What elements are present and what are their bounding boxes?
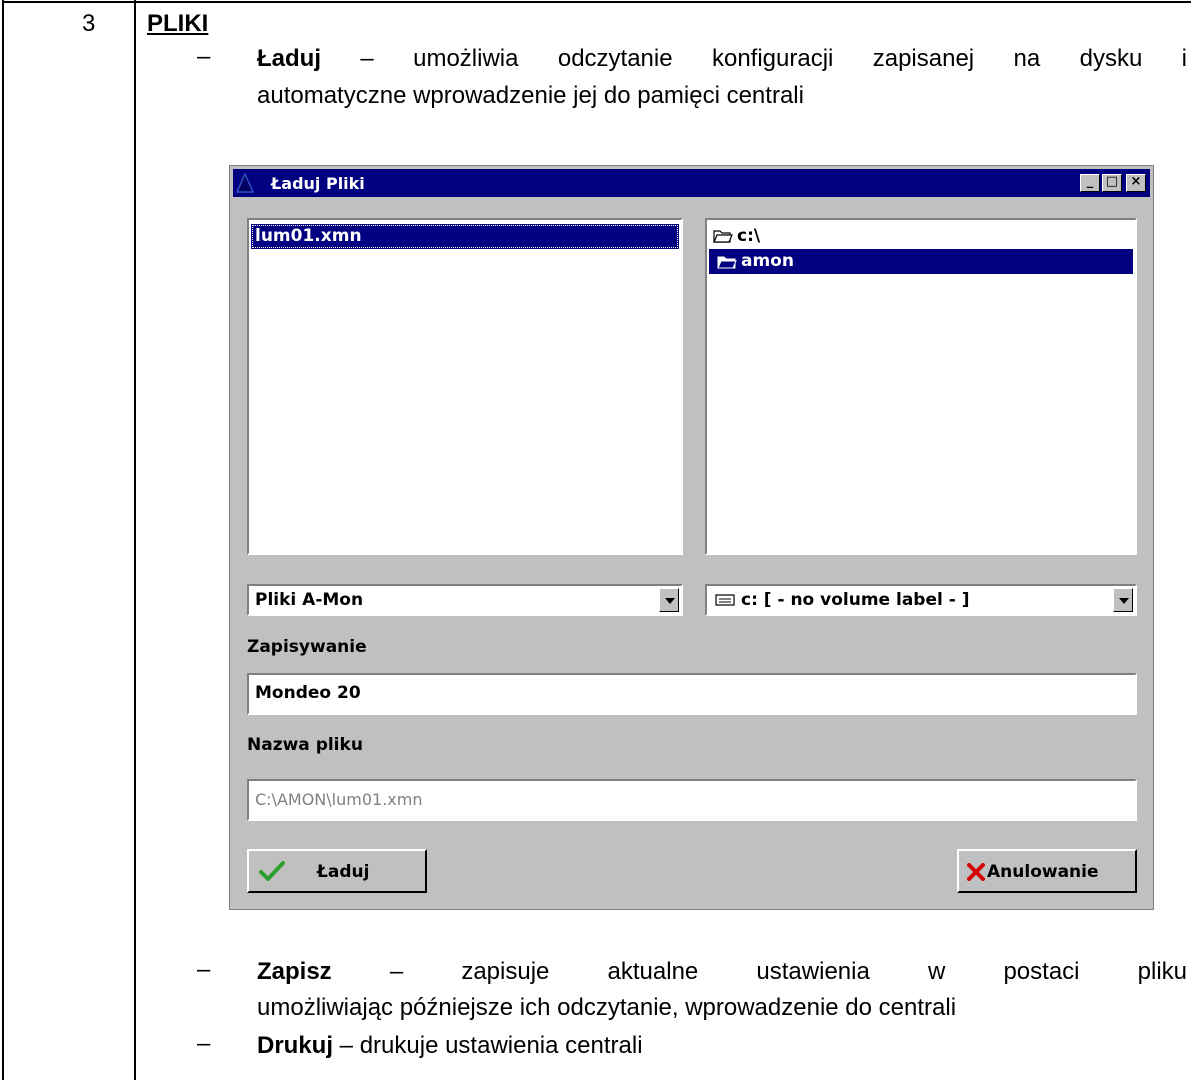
zapisz-desc-line1: Zapisz – zapisuje aktualne ustawienia w …	[257, 956, 1187, 988]
bullet-dash: –	[197, 1030, 211, 1057]
bullet-dash: –	[197, 43, 211, 70]
zapisz-desc-rest: – zapisuje aktualne ustawienia w postaci…	[331, 958, 1187, 985]
open-folder-icon	[713, 230, 733, 243]
dialog-titlebar: Ładuj Pliki _ □ ×	[233, 169, 1150, 197]
folder-item-root[interactable]: c:\	[709, 224, 1133, 249]
row-number: 3	[82, 10, 96, 37]
close-button[interactable]: ×	[1126, 174, 1146, 192]
load-button-label: Ładuj	[317, 862, 370, 882]
table-left-border	[2, 0, 4, 1080]
folder-amon-label: amon	[741, 251, 794, 271]
description-value: Mondeo 20	[255, 683, 361, 703]
dialog-title: Ładuj Pliki	[271, 174, 365, 193]
filename-label: Nazwa pliku	[247, 735, 363, 755]
folder-item-amon[interactable]: amon	[709, 249, 1133, 274]
load-files-dialog: Ładuj Pliki _ □ × lum01.xmn c:\ amon Pli…	[229, 165, 1154, 910]
drive-value: c: [ - no volume label - ]	[741, 590, 970, 610]
minimize-button[interactable]: _	[1080, 174, 1100, 192]
app-icon	[236, 173, 254, 193]
bullet-dash: –	[197, 956, 211, 983]
folder-list[interactable]: c:\ amon	[705, 218, 1137, 555]
cancel-x-icon	[967, 863, 985, 881]
laduj-desc-rest: – umożliwia odczytanie konfiguracji zapi…	[321, 45, 1187, 72]
load-button[interactable]: Ładuj	[247, 849, 427, 893]
drive-icon	[715, 594, 735, 606]
file-item[interactable]: lum01.xmn	[251, 224, 679, 249]
zapisz-desc-line2: umożliwiając późniejsze ich odczytanie, …	[257, 994, 957, 1021]
zapisz-term: Zapisz	[257, 958, 332, 985]
chevron-down-icon[interactable]	[1113, 588, 1133, 612]
laduj-desc-line2: automatyczne wprowadzenie jej do pamięci…	[257, 82, 804, 109]
drukuj-desc: Drukuj – drukuje ustawienia centrali	[257, 1030, 1187, 1062]
file-list[interactable]: lum01.xmn	[247, 218, 683, 555]
folder-root-label: c:\	[737, 226, 761, 246]
drukuj-term: Drukuj	[257, 1032, 334, 1059]
filename-value: C:\AMON\lum01.xmn	[255, 790, 423, 809]
maximize-button[interactable]: □	[1102, 174, 1122, 192]
check-icon	[259, 861, 285, 881]
filename-input[interactable]: C:\AMON\lum01.xmn	[247, 779, 1137, 821]
table-column-divider	[134, 0, 136, 1080]
laduj-desc-line1: Ładuj – umożliwia odczytanie konfiguracj…	[257, 43, 1187, 75]
cancel-button[interactable]: Anulowanie	[957, 849, 1137, 893]
folder-icon	[717, 256, 737, 269]
description-label: Zapisywanie	[247, 637, 367, 657]
section-heading: PLIKI	[147, 10, 209, 37]
cancel-button-label: Anulowanie	[987, 862, 1099, 882]
drive-combo[interactable]: c: [ - no volume label - ]	[705, 584, 1137, 616]
laduj-term: Ładuj	[257, 45, 321, 72]
chevron-down-icon[interactable]	[659, 588, 679, 612]
table-top-border	[2, 1, 1191, 3]
file-type-combo[interactable]: Pliki A-Mon	[247, 584, 683, 616]
file-type-value: Pliki A-Mon	[255, 590, 364, 610]
description-input[interactable]: Mondeo 20	[247, 673, 1137, 715]
drukuj-desc-rest: – drukuje ustawienia centrali	[333, 1032, 643, 1059]
